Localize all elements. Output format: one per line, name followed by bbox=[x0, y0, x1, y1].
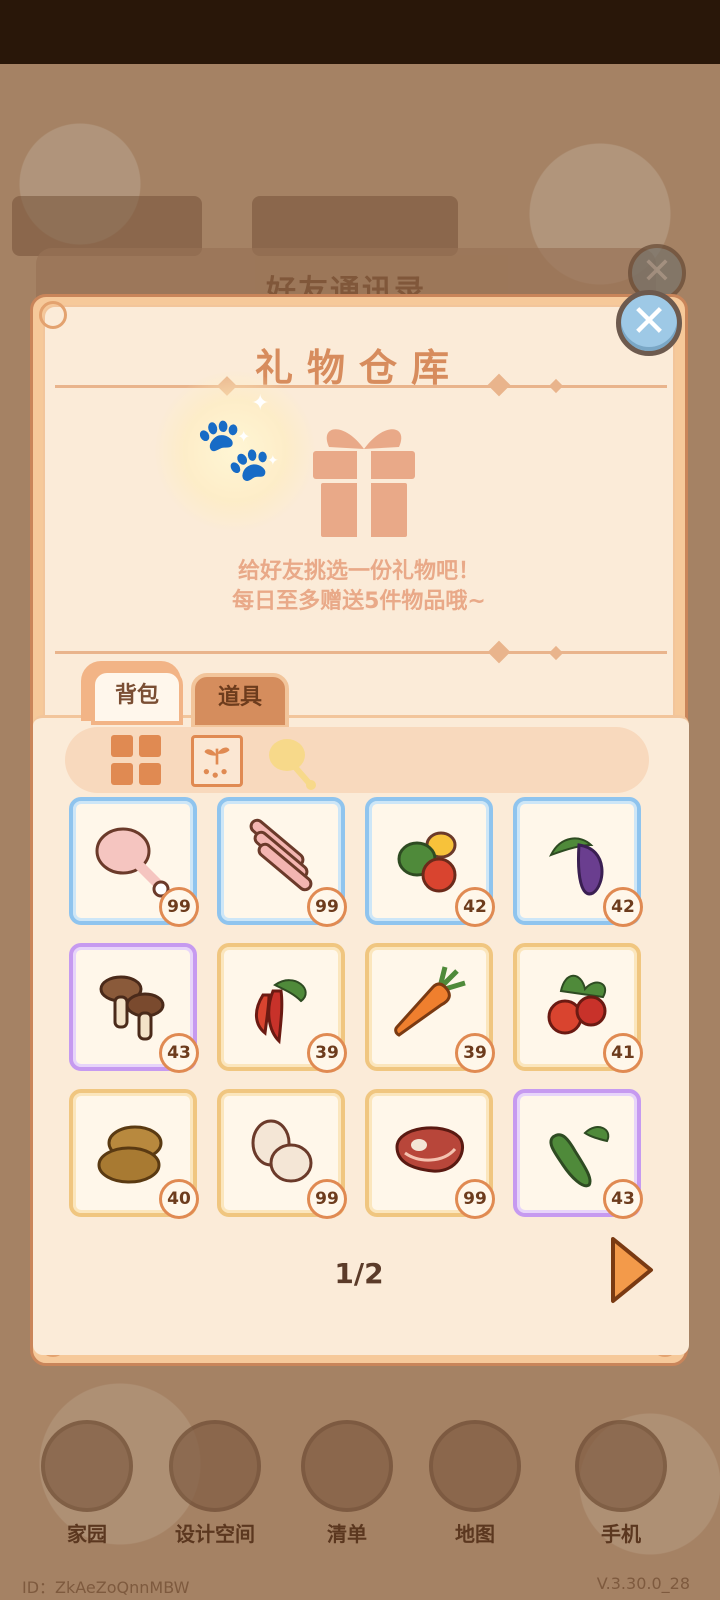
close-icon[interactable]: ✕ bbox=[616, 290, 682, 356]
item-ribs[interactable]: 99 bbox=[217, 797, 347, 927]
item-carrot[interactable]: 39 bbox=[365, 943, 495, 1073]
sparkle-icon: ✦ bbox=[237, 427, 251, 446]
divider bbox=[55, 651, 667, 654]
item-count: 42 bbox=[603, 887, 643, 927]
item-peppers[interactable]: 42 bbox=[365, 797, 495, 927]
hint-line-1: 给好友挑选一份礼物吧！ bbox=[237, 559, 480, 584]
grid-all-icon[interactable] bbox=[111, 735, 161, 785]
item-eggs[interactable]: 99 bbox=[217, 1089, 347, 1219]
hint-line-2: 每日至多赠送5件物品哦~ bbox=[232, 589, 486, 614]
divider bbox=[55, 385, 667, 388]
item-grid: 99 99 42 42 43 39 39 41 40 99 99 43 bbox=[69, 797, 649, 1233]
item-count: 43 bbox=[603, 1179, 643, 1219]
item-count: 39 bbox=[307, 1033, 347, 1073]
sparkle-icon: ✦ bbox=[251, 391, 270, 416]
item-count: 99 bbox=[307, 1179, 347, 1219]
seed-icon[interactable] bbox=[191, 735, 243, 787]
category-filter-bar bbox=[65, 727, 649, 793]
dialog-title: 礼物仓库 bbox=[254, 346, 463, 390]
gift-box-icon bbox=[313, 429, 415, 537]
item-count: 99 bbox=[455, 1179, 495, 1219]
dialog-body: 礼物仓库 🐾 ✦ ✦ ✦ 给好友挑选一份礼物吧！ 每日至多赠送5件物品哦~ 背包… bbox=[33, 301, 689, 1357]
item-count: 39 bbox=[455, 1033, 495, 1073]
item-steak[interactable]: 99 bbox=[365, 1089, 495, 1219]
drumstick-icon[interactable] bbox=[265, 735, 321, 791]
gift-storage-dialog: 礼物仓库 🐾 ✦ ✦ ✦ 给好友挑选一份礼物吧！ 每日至多赠送5件物品哦~ 背包… bbox=[30, 294, 689, 1366]
page-indicator: 1/2 bbox=[334, 1257, 384, 1290]
corner-ornament bbox=[39, 301, 67, 329]
next-page-arrow-icon[interactable] bbox=[605, 1235, 657, 1305]
item-tomato[interactable]: 41 bbox=[513, 943, 643, 1073]
item-cucumber[interactable]: 43 bbox=[513, 1089, 643, 1219]
item-count: 99 bbox=[159, 887, 199, 927]
sparkle-icon: ✦ bbox=[267, 453, 279, 469]
item-chicken-leg[interactable]: 99 bbox=[69, 797, 199, 927]
item-eggplant[interactable]: 42 bbox=[513, 797, 643, 927]
divider-ornament bbox=[487, 640, 511, 664]
item-potato[interactable]: 40 bbox=[69, 1089, 199, 1219]
item-chili[interactable]: 39 bbox=[217, 943, 347, 1073]
item-count: 99 bbox=[307, 887, 347, 927]
tab-backpack[interactable]: 背包 bbox=[91, 669, 183, 725]
divider-ornament bbox=[548, 645, 564, 661]
paw-icon: 🐾 bbox=[195, 412, 273, 485]
item-count: 41 bbox=[603, 1033, 643, 1073]
item-count: 42 bbox=[455, 887, 495, 927]
item-count: 40 bbox=[159, 1179, 199, 1219]
item-mushrooms[interactable]: 43 bbox=[69, 943, 199, 1073]
item-count: 43 bbox=[159, 1033, 199, 1073]
tab-props[interactable]: 道具 bbox=[191, 673, 289, 729]
